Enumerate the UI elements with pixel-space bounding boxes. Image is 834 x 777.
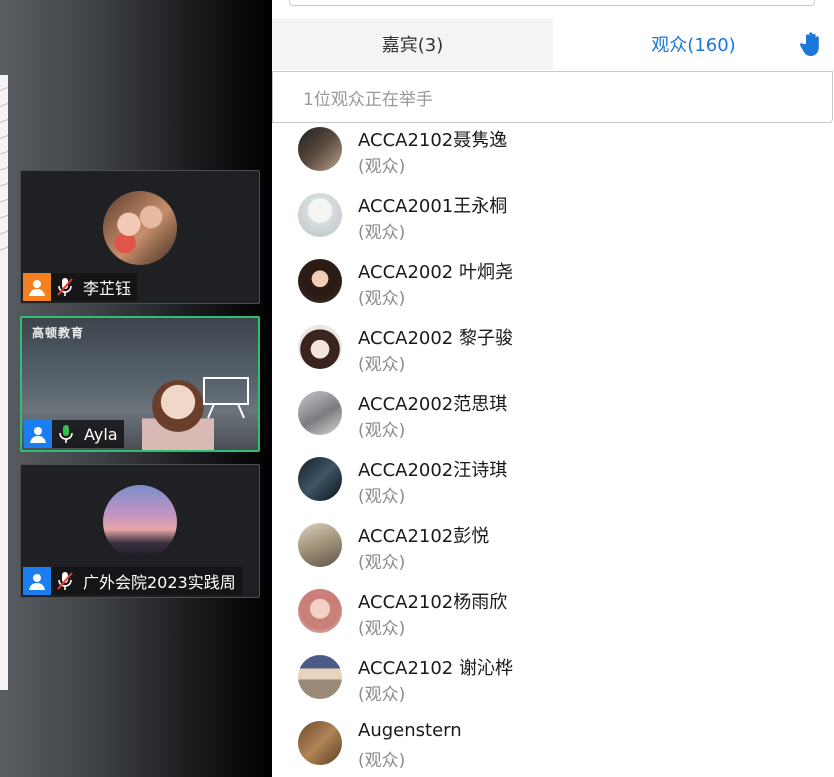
avatar (103, 485, 177, 559)
participant-role: (观众) (358, 289, 406, 309)
participant-role: (观众) (358, 355, 406, 375)
participant-name: ACCA2002范思琪 (358, 394, 508, 415)
avatar (103, 191, 177, 265)
whiteboard-icon (203, 377, 249, 419)
list-item[interactable]: ACCA2002 叶炯尧 (观众) (272, 256, 834, 322)
participant-role: (观众) (358, 619, 406, 639)
list-item[interactable]: ACCA2102 谢沁桦 (观众) (272, 652, 834, 718)
video-strip: 李芷钰 高顿教育 Ayla 广外会院2023实践周 (0, 0, 272, 777)
user-role-icon (24, 420, 52, 448)
raise-hand-icon[interactable] (800, 31, 822, 57)
avatar (298, 259, 342, 303)
list-item[interactable]: ACCA2102聂隽逸 (观众) (272, 124, 834, 190)
avatar (298, 325, 342, 369)
tile-info-bar: 李芷钰 (23, 273, 138, 301)
mic-muted-icon[interactable] (51, 567, 79, 595)
avatar (298, 391, 342, 435)
list-item[interactable]: ACCA2001王永桐 (观众) (272, 190, 834, 256)
tile-info-bar: 广外会院2023实践周 (23, 567, 242, 595)
participant-role: (观众) (358, 157, 406, 177)
participant-name: ACCA2102杨雨欣 (358, 592, 508, 613)
avatar (298, 655, 342, 699)
tile-info-bar: Ayla (24, 420, 124, 448)
raise-hand-notice[interactable]: 1位观众正在举手 (272, 71, 833, 123)
avatar (298, 523, 342, 567)
participant-role: (观众) (358, 751, 406, 771)
tab-audience[interactable]: 观众(160) (553, 18, 834, 70)
host-role-icon (23, 273, 51, 301)
avatar (298, 127, 342, 171)
video-tile-active[interactable]: 高顿教育 Ayla (20, 316, 260, 452)
avatar (298, 457, 342, 501)
tab-label: 嘉宾(3) (381, 35, 444, 56)
list-item[interactable]: ACCA2102彭悦 (观众) (272, 520, 834, 586)
video-logo: 高顿教育 (32, 326, 85, 340)
avatar (298, 193, 342, 237)
list-item[interactable]: ACCA2102杨雨欣 (观众) (272, 586, 834, 652)
raise-hand-text: 1位观众正在举手 (303, 89, 433, 110)
list-item[interactable]: ACCA2002汪诗琪 (观众) (272, 454, 834, 520)
video-tile[interactable]: 广外会院2023实践周 (20, 464, 260, 598)
participant-role: (观众) (358, 421, 406, 441)
participant-name: Augenstern (358, 720, 462, 741)
participant-role: (观众) (358, 487, 406, 507)
search-input[interactable] (289, 0, 815, 6)
participant-name: ACCA2002汪诗琪 (358, 460, 508, 481)
participant-name: ACCA2102彭悦 (358, 526, 490, 547)
participant-name: ACCA2002 黎子骏 (358, 328, 513, 349)
mic-muted-icon[interactable] (51, 273, 79, 301)
participant-role: (观众) (358, 223, 406, 243)
participant-name: 李芷钰 (83, 279, 132, 298)
participant-name: ACCA2102 谢沁桦 (358, 658, 513, 679)
participants-panel: 嘉宾(3) 观众(160) 1位观众正在举手 ACCA2102聂隽逸 (观众) … (272, 0, 834, 777)
video-tile[interactable]: 李芷钰 (20, 170, 260, 304)
mic-on-icon[interactable] (52, 420, 80, 448)
list-item[interactable]: ACCA2002范思琪 (观众) (272, 388, 834, 454)
list-item[interactable]: ACCA2002 黎子骏 (观众) (272, 322, 834, 388)
avatar (298, 721, 342, 765)
tab-guests[interactable]: 嘉宾(3) (272, 18, 553, 70)
participant-name: Ayla (84, 424, 118, 444)
participant-role: (观众) (358, 553, 406, 573)
avatar (298, 589, 342, 633)
participant-name: 广外会院2023实践周 (83, 573, 236, 592)
user-role-icon (23, 567, 51, 595)
participant-role: (观众) (358, 685, 406, 705)
list-item[interactable]: Augenstern (观众) (272, 718, 834, 777)
participant-name: ACCA2102聂隽逸 (358, 130, 508, 151)
shared-screen-edge (0, 75, 8, 690)
participant-name: ACCA2002 叶炯尧 (358, 262, 513, 283)
tab-label: 观众(160) (651, 35, 736, 56)
participant-name: ACCA2001王永桐 (358, 196, 508, 217)
participant-tabs: 嘉宾(3) 观众(160) (272, 18, 834, 70)
participant-list: ACCA2102聂隽逸 (观众) ACCA2001王永桐 (观众) ACCA20… (272, 124, 834, 777)
